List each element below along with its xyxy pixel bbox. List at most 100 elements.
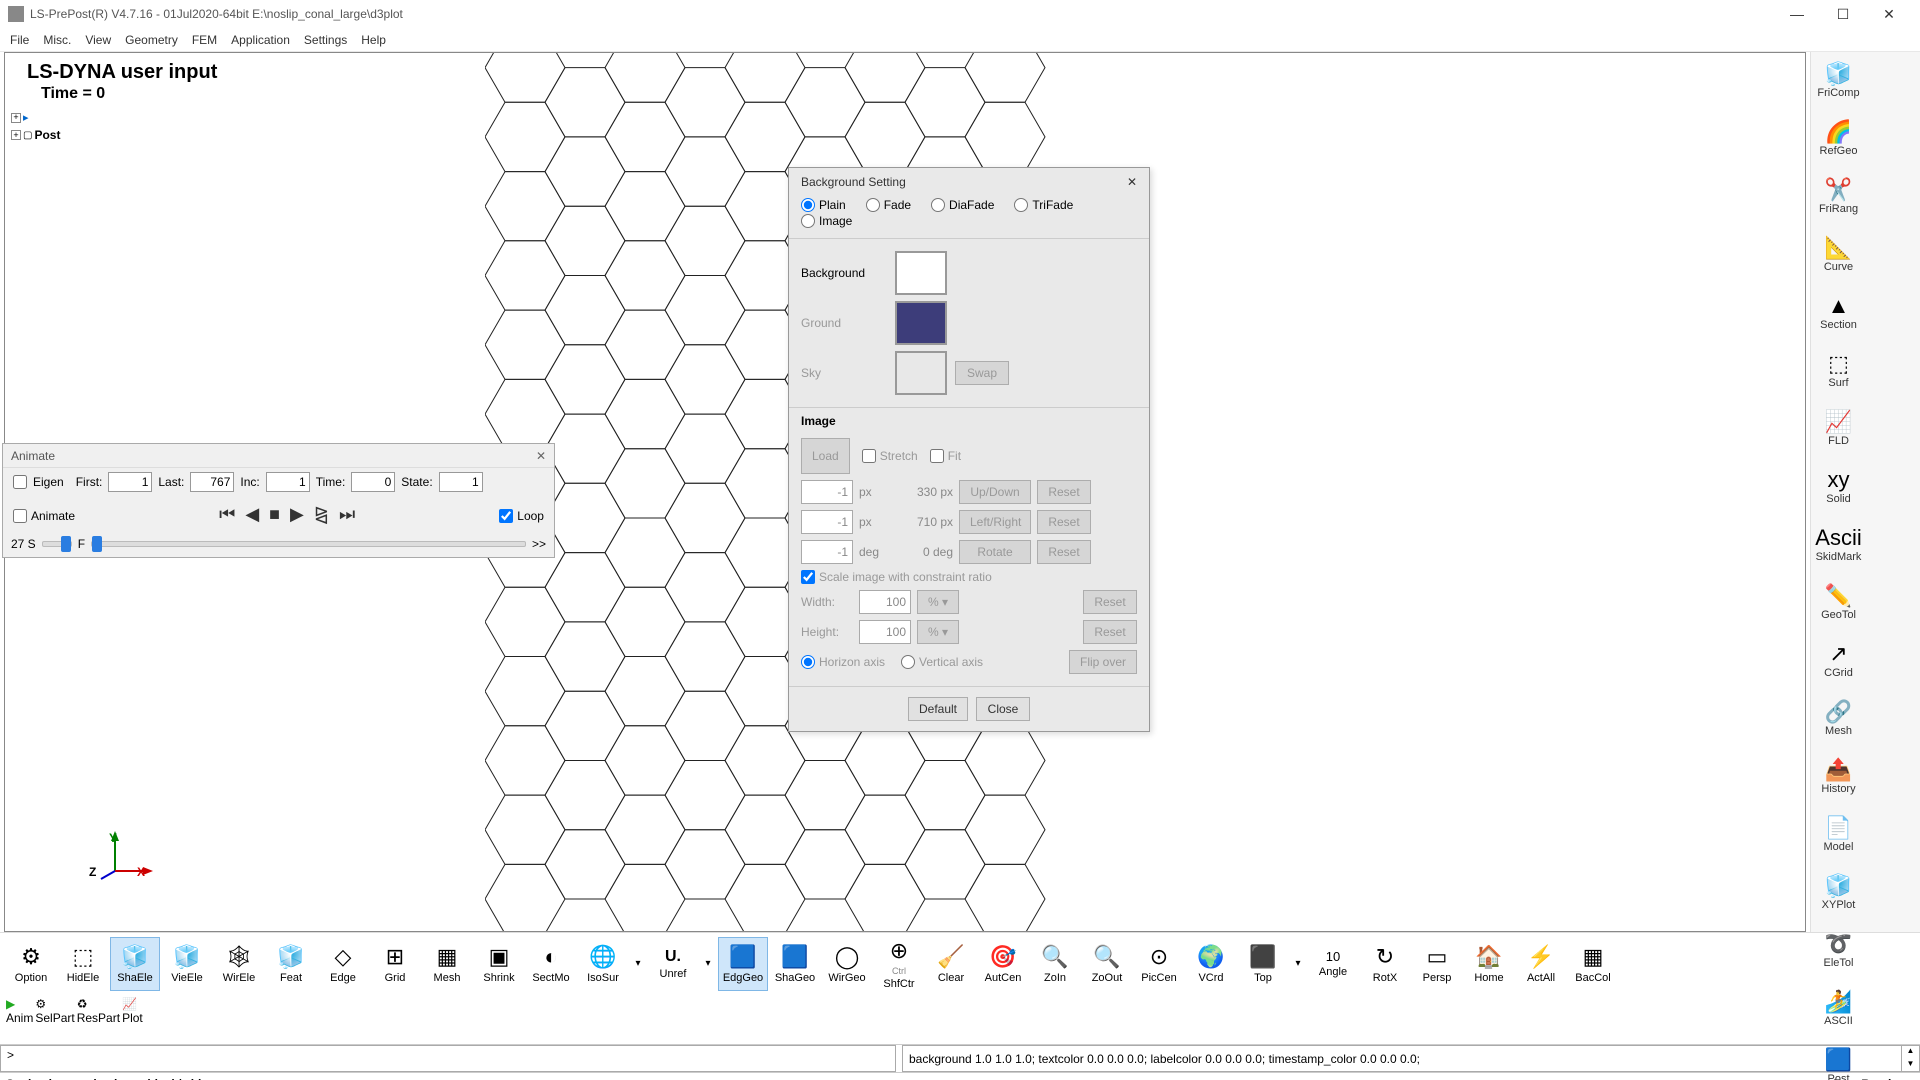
tb-edggeo[interactable]: 🟦EdgGeo: [718, 937, 768, 991]
console-spinner[interactable]: ▲▼: [1902, 1045, 1920, 1072]
eigen-checkbox[interactable]: [13, 475, 27, 489]
tool-refgeo[interactable]: 🌈RefGeo: [1811, 110, 1866, 168]
animate-title-bar[interactable]: Animate ✕: [3, 444, 554, 468]
tb-zoin[interactable]: 🔍ZoIn: [1030, 937, 1080, 991]
horizon-axis-radio[interactable]: Horizon axis: [801, 655, 885, 669]
tb-autcen[interactable]: 🎯AutCen: [978, 937, 1028, 991]
animate-checkbox[interactable]: [13, 509, 27, 523]
state-input[interactable]: [439, 472, 483, 492]
height-unit-dropdown[interactable]: % ▾: [917, 620, 959, 644]
tool-solid[interactable]: xySolid: [1811, 458, 1866, 516]
bg-dialog-close-icon[interactable]: ✕: [1127, 175, 1137, 189]
tool-surf[interactable]: ⬚Surf: [1811, 342, 1866, 400]
reset-button-4[interactable]: Reset: [1083, 590, 1137, 614]
menu-settings[interactable]: Settings: [304, 33, 347, 47]
tb-vieele[interactable]: 🧊VieEle: [162, 937, 212, 991]
play-button[interactable]: ▶: [290, 504, 304, 525]
tb-piccen[interactable]: ⊙PicCen: [1134, 937, 1184, 991]
tb-grid[interactable]: ⊞Grid: [370, 937, 420, 991]
leftright-button[interactable]: Left/Right: [959, 510, 1031, 534]
menu-misc[interactable]: Misc.: [43, 33, 71, 47]
menu-geometry[interactable]: Geometry: [125, 33, 178, 47]
swap-button[interactable]: Swap: [955, 361, 1009, 385]
slider-more-button[interactable]: >>: [532, 537, 546, 551]
close-button[interactable]: Close: [976, 697, 1030, 721]
radio-image[interactable]: Image: [801, 214, 852, 228]
bg-dialog-title-bar[interactable]: Background Setting ✕: [789, 168, 1149, 196]
maximize-button[interactable]: ☐: [1820, 0, 1866, 28]
menu-view[interactable]: View: [85, 33, 111, 47]
tool-model[interactable]: 📄Model: [1811, 806, 1866, 864]
tb-respart[interactable]: ♻ResPart: [77, 997, 120, 1041]
animate-close-icon[interactable]: ✕: [536, 449, 546, 463]
tb-anim[interactable]: ▶Anim: [6, 997, 33, 1041]
updown-button[interactable]: Up/Down: [959, 480, 1031, 504]
tb-option[interactable]: ⚙Option: [6, 937, 56, 991]
width-input[interactable]: [859, 590, 911, 614]
speed-slider[interactable]: [42, 541, 72, 547]
reset-button-3[interactable]: Reset: [1037, 540, 1091, 564]
tb-plot[interactable]: 📈Plot: [122, 997, 143, 1041]
tree-item-post[interactable]: + ▢ Post: [11, 128, 60, 142]
background-color-swatch[interactable]: [895, 251, 947, 295]
tb-unref[interactable]: U.Unref: [648, 937, 698, 991]
menu-help[interactable]: Help: [361, 33, 386, 47]
tb-selpart[interactable]: ⚙SelPart: [35, 997, 74, 1041]
skip-end-button[interactable]: ⏭: [339, 504, 355, 525]
console-input[interactable]: >: [0, 1045, 896, 1072]
frame-slider[interactable]: [91, 541, 526, 547]
inc-input[interactable]: [266, 472, 310, 492]
tree-root[interactable]: + ▸: [11, 111, 29, 124]
tool-geotol[interactable]: ✏️GeoTol: [1811, 574, 1866, 632]
tb-rotx[interactable]: ↻RotX: [1360, 937, 1410, 991]
dropdown-arrow-icon[interactable]: ▾: [700, 958, 716, 969]
tb-shaele[interactable]: 🧊ShaEle: [110, 937, 160, 991]
tb-home[interactable]: 🏠Home: [1464, 937, 1514, 991]
tb-wirgeo[interactable]: ◯WirGeo: [822, 937, 872, 991]
stop-button[interactable]: ■: [269, 504, 280, 525]
updown-input[interactable]: [801, 480, 853, 504]
tb-shrink[interactable]: ▣Shrink: [474, 937, 524, 991]
rotate-button[interactable]: Rotate: [959, 540, 1031, 564]
tb-shageo[interactable]: 🟦ShaGeo: [770, 937, 820, 991]
tb-top[interactable]: ⬛Top: [1238, 937, 1288, 991]
tb-baccol[interactable]: ▦BacCol: [1568, 937, 1618, 991]
close-button[interactable]: ✕: [1866, 0, 1912, 28]
fit-checkbox[interactable]: Fit: [930, 449, 961, 463]
tool-post[interactable]: 🟦Post: [1811, 1038, 1866, 1080]
default-button[interactable]: Default: [908, 697, 968, 721]
tool-history[interactable]: 📤History: [1811, 748, 1866, 806]
pingpong-button[interactable]: ⧎: [314, 504, 329, 525]
sky-color-swatch[interactable]: [895, 351, 947, 395]
last-input[interactable]: [190, 472, 234, 492]
tb-clear[interactable]: 🧹Clear: [926, 937, 976, 991]
radio-diafade[interactable]: DiaFade: [931, 198, 994, 212]
tb-persp[interactable]: ▭Persp: [1412, 937, 1462, 991]
dropdown-arrow-icon[interactable]: ▾: [630, 958, 646, 969]
reset-button-2[interactable]: Reset: [1037, 510, 1091, 534]
menu-application[interactable]: Application: [231, 33, 290, 47]
rotate-input[interactable]: [801, 540, 853, 564]
tool-skidmark[interactable]: AsciiSkidMark: [1811, 516, 1866, 574]
reset-button-5[interactable]: Reset: [1083, 620, 1137, 644]
radio-trifade[interactable]: TriFade: [1014, 198, 1073, 212]
menu-fem[interactable]: FEM: [192, 33, 217, 47]
reset-button-1[interactable]: Reset: [1037, 480, 1091, 504]
tool-fricomp[interactable]: 🧊FriComp: [1811, 52, 1866, 110]
first-input[interactable]: [108, 472, 152, 492]
width-unit-dropdown[interactable]: % ▾: [917, 590, 959, 614]
tool-cgrid[interactable]: ↗CGrid: [1811, 632, 1866, 690]
load-button[interactable]: Load: [801, 438, 850, 474]
tb-wirele[interactable]: 🕸WirEle: [214, 937, 264, 991]
tb-feat[interactable]: 🧊Feat: [266, 937, 316, 991]
tool-fld[interactable]: 📈FLD: [1811, 400, 1866, 458]
radio-fade[interactable]: Fade: [866, 198, 911, 212]
tool-eletol[interactable]: ➰EleTol: [1811, 922, 1866, 980]
tool-curve[interactable]: 📐Curve: [1811, 226, 1866, 284]
step-back-button[interactable]: ◀: [245, 504, 259, 525]
skip-start-button[interactable]: ⏮: [219, 504, 235, 525]
height-input[interactable]: [859, 620, 911, 644]
menu-file[interactable]: File: [10, 33, 29, 47]
tb-vcrd[interactable]: 🌍VCrd: [1186, 937, 1236, 991]
tb-zoout[interactable]: 🔍ZoOut: [1082, 937, 1132, 991]
